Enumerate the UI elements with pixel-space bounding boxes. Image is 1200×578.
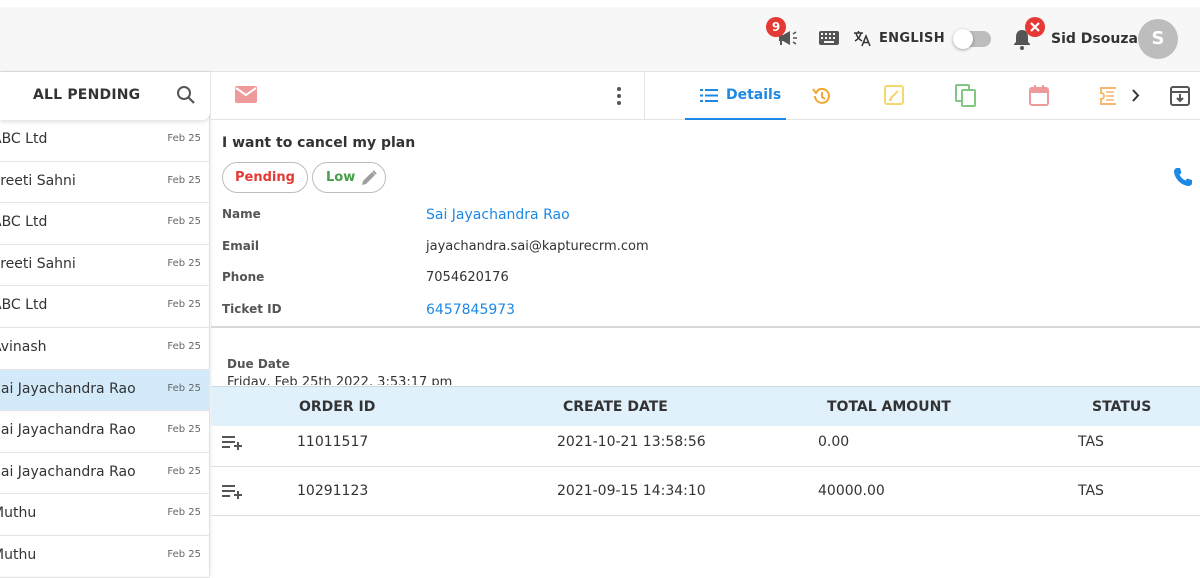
total-amount-cell: 40000.00 bbox=[818, 483, 885, 499]
playlist-add-icon[interactable] bbox=[222, 436, 244, 450]
toolbar-divider bbox=[644, 72, 645, 120]
more-vertical-icon[interactable] bbox=[616, 86, 622, 106]
ticket-subject: I want to cancel my plan bbox=[222, 135, 416, 151]
priority-chip[interactable]: Low bbox=[312, 162, 386, 193]
list-item[interactable]: Preeti Sahni Feb 25 bbox=[0, 245, 210, 287]
language-selector[interactable]: ENGLISH bbox=[879, 31, 945, 46]
list-item-name: Sai Jayachandra Rao bbox=[0, 422, 136, 439]
list-item-name: ABC Ltd bbox=[0, 131, 48, 147]
keyboard-icon[interactable] bbox=[819, 31, 839, 45]
list-item[interactable]: Muthu Feb 25 bbox=[0, 536, 210, 578]
column-header-order-id[interactable]: ORDER ID bbox=[299, 399, 375, 415]
column-header-create-date[interactable]: CREATE DATE bbox=[563, 399, 668, 415]
create-date-cell: 2021-09-15 14:34:10 bbox=[557, 483, 706, 499]
playlist-add-icon[interactable] bbox=[222, 485, 244, 499]
list-item[interactable]: Sai Jayachandra Rao Feb 25 bbox=[0, 453, 210, 495]
list-item[interactable]: Sai Jayachandra Rao Feb 25 bbox=[0, 411, 210, 453]
list-item-date: Feb 25 bbox=[167, 507, 201, 519]
list-item-name: ABC Ltd bbox=[0, 214, 48, 231]
history-icon[interactable] bbox=[811, 85, 833, 107]
list-item[interactable]: ABC Ltd Feb 25 bbox=[0, 120, 210, 162]
email-value: jayachandra.sai@kapturecrm.com bbox=[426, 239, 649, 254]
name-value[interactable]: Sai Jayachandra Rao bbox=[426, 207, 570, 223]
user-name[interactable]: Sid Dsouza bbox=[1051, 31, 1138, 47]
list-item[interactable]: Preeti Sahni Feb 25 bbox=[0, 162, 210, 204]
name-label: Name bbox=[222, 207, 261, 221]
list-item-date: Feb 25 bbox=[167, 465, 201, 477]
list-item[interactable]: Avinash Feb 25 bbox=[0, 328, 210, 370]
list-item[interactable]: Sai Jayachandra Rao Feb 25 bbox=[0, 369, 210, 412]
pencil-icon[interactable] bbox=[360, 169, 378, 187]
total-amount-cell: 0.00 bbox=[818, 434, 850, 450]
list-item-date: Feb 25 bbox=[167, 299, 201, 311]
status-cell: TAS bbox=[1078, 483, 1104, 499]
list-item-date: Feb 25 bbox=[167, 340, 201, 352]
list-filter-title[interactable]: ALL PENDING bbox=[33, 87, 140, 103]
phone-value: 7054620176 bbox=[426, 270, 509, 285]
list-item-date: Feb 25 bbox=[167, 216, 201, 228]
ticket-toolbar: Details bbox=[211, 72, 1200, 120]
tab-details[interactable]: Details bbox=[685, 72, 786, 120]
list-icon bbox=[700, 89, 718, 102]
due-date-label: Due Date bbox=[227, 357, 290, 371]
ticket-id-value[interactable]: 6457845973 bbox=[426, 302, 515, 318]
toggle-knob bbox=[953, 29, 973, 49]
phone-icon[interactable] bbox=[1173, 167, 1193, 187]
list-item-name: Sai Jayachandra Rao bbox=[0, 463, 136, 480]
avatar[interactable]: S bbox=[1138, 19, 1178, 59]
list-item-name: Preeti Sahni bbox=[0, 172, 76, 189]
list-item-date: Feb 25 bbox=[167, 382, 201, 394]
table-row[interactable]: 10291123 2021-09-15 14:34:10 40000.00 TA… bbox=[211, 467, 1200, 516]
order-id-cell: 11011517 bbox=[297, 434, 369, 450]
priority-label: Low bbox=[326, 170, 356, 185]
tab-details-label: Details bbox=[726, 87, 782, 103]
list-item[interactable]: Muthu Feb 25 bbox=[0, 494, 210, 536]
notification-close-badge[interactable] bbox=[1025, 17, 1045, 37]
email-label: Email bbox=[222, 239, 260, 253]
phone-label: Phone bbox=[222, 270, 265, 284]
list-item-name: ABC Ltd bbox=[0, 297, 48, 314]
close-icon bbox=[1030, 22, 1040, 32]
translate-icon[interactable] bbox=[853, 30, 871, 47]
section-divider bbox=[211, 326, 1200, 328]
ticket-icon[interactable] bbox=[1100, 87, 1116, 105]
top-header: 9 ENGLISH Sid Dsouza S bbox=[0, 0, 1200, 72]
column-header-total-amount[interactable]: TOTAL AMOUNT bbox=[827, 399, 951, 415]
list-item-date: Feb 25 bbox=[167, 548, 201, 560]
list-item-name: Avinash bbox=[0, 338, 47, 355]
list-item-name: Sai Jayachandra Rao bbox=[0, 380, 136, 397]
note-edit-icon[interactable] bbox=[884, 85, 904, 105]
column-header-status[interactable]: STATUS bbox=[1092, 399, 1151, 415]
list-item[interactable]: ABC Ltd Feb 25 bbox=[0, 286, 210, 328]
due-date-clip: Friday, Feb 25th 2022, 3:53:17 pm bbox=[227, 374, 627, 385]
status-chip[interactable]: Pending bbox=[222, 162, 308, 193]
list-header: ALL PENDING bbox=[0, 72, 210, 120]
calendar-icon[interactable] bbox=[1029, 85, 1049, 106]
archive-icon[interactable] bbox=[1170, 86, 1190, 106]
status-cell: TAS bbox=[1078, 434, 1104, 450]
list-item-date: Feb 25 bbox=[167, 257, 201, 269]
list-item-date: Feb 25 bbox=[167, 133, 201, 144]
create-date-cell: 2021-10-21 13:58:56 bbox=[557, 434, 706, 450]
list-item-date: Feb 25 bbox=[167, 424, 201, 436]
chevron-right-icon[interactable] bbox=[1131, 89, 1140, 102]
due-date-value: Friday, Feb 25th 2022, 3:53:17 pm bbox=[227, 375, 453, 385]
table-header: ORDER ID CREATE DATE TOTAL AMOUNT STATUS bbox=[211, 386, 1200, 426]
order-id-cell: 10291123 bbox=[297, 483, 369, 499]
copy-icon[interactable] bbox=[955, 84, 977, 107]
list-item-name: Muthu bbox=[0, 505, 37, 522]
announcement-badge: 9 bbox=[766, 17, 786, 37]
theme-toggle[interactable] bbox=[953, 29, 991, 49]
list-item[interactable]: ABC Ltd Feb 25 bbox=[0, 203, 210, 245]
mail-icon[interactable] bbox=[235, 86, 257, 103]
ticket-icon-clip bbox=[1098, 72, 1116, 120]
ticket-id-label: Ticket ID bbox=[222, 302, 282, 316]
search-icon[interactable] bbox=[176, 85, 196, 105]
list-item-name: Preeti Sahni bbox=[0, 255, 76, 272]
table-row[interactable]: 11011517 2021-10-21 13:58:56 0.00 TAS bbox=[211, 426, 1200, 467]
ticket-list: ABC Ltd Feb 25 Preeti Sahni Feb 25 ABC Ltd Fe… bbox=[0, 120, 210, 578]
list-item-name: Muthu bbox=[0, 546, 37, 563]
ticket-list-panel: ALL PENDING ABC Ltd Feb 25 Preeti Sahni Feb… bbox=[0, 72, 210, 578]
list-item-date: Feb 25 bbox=[167, 174, 201, 186]
